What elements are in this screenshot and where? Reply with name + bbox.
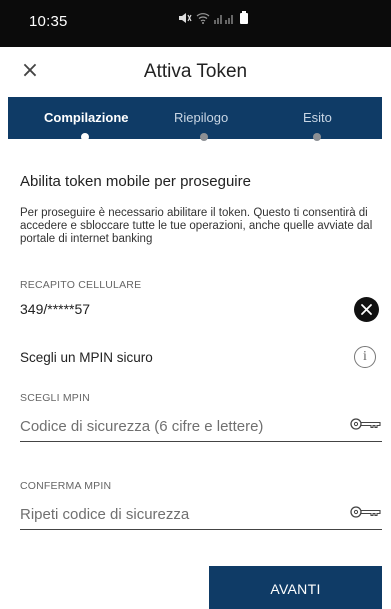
status-time: 10:35 [29, 13, 68, 30]
step-indicator-active [81, 133, 89, 141]
choose-mpin-field [20, 412, 382, 442]
step-indicator [200, 133, 208, 141]
key-icon[interactable] [350, 416, 382, 432]
signal-icon [214, 11, 236, 29]
section-title: Abilita token mobile per proseguire [20, 173, 251, 190]
stepper: Compilazione Riepilogo Esito [8, 97, 382, 141]
key-icon[interactable] [350, 504, 382, 520]
step-riepilogo[interactable]: Riepilogo [174, 110, 228, 125]
confirm-mpin-input[interactable] [20, 500, 330, 528]
clear-icon[interactable] [354, 297, 379, 322]
wifi-icon [196, 11, 210, 29]
description-text: Per proseguire è necessario abilitare il… [20, 207, 373, 245]
info-icon[interactable]: i [354, 346, 376, 368]
mpin-section-label: Scegli un MPIN sicuro [20, 350, 153, 365]
choose-mpin-label: SCEGLI MPIN [20, 392, 90, 404]
app-header: × Attiva Token [0, 47, 391, 97]
step-indicator [313, 133, 321, 141]
confirm-mpin-field [20, 500, 382, 530]
status-icons [178, 11, 248, 29]
phone-value: 349/*****57 [20, 301, 91, 317]
mute-icon [178, 11, 192, 29]
step-compilazione[interactable]: Compilazione [44, 110, 129, 125]
page-title: Attiva Token [143, 61, 248, 82]
phone-label: RECAPITO CELLULARE [20, 279, 142, 291]
battery-icon [240, 11, 248, 29]
confirm-mpin-label: CONFERMA MPIN [20, 480, 112, 492]
next-button[interactable]: AVANTI [209, 566, 382, 609]
choose-mpin-input[interactable] [20, 412, 330, 440]
step-esito[interactable]: Esito [303, 110, 332, 125]
status-bar: 10:35 [0, 0, 391, 47]
